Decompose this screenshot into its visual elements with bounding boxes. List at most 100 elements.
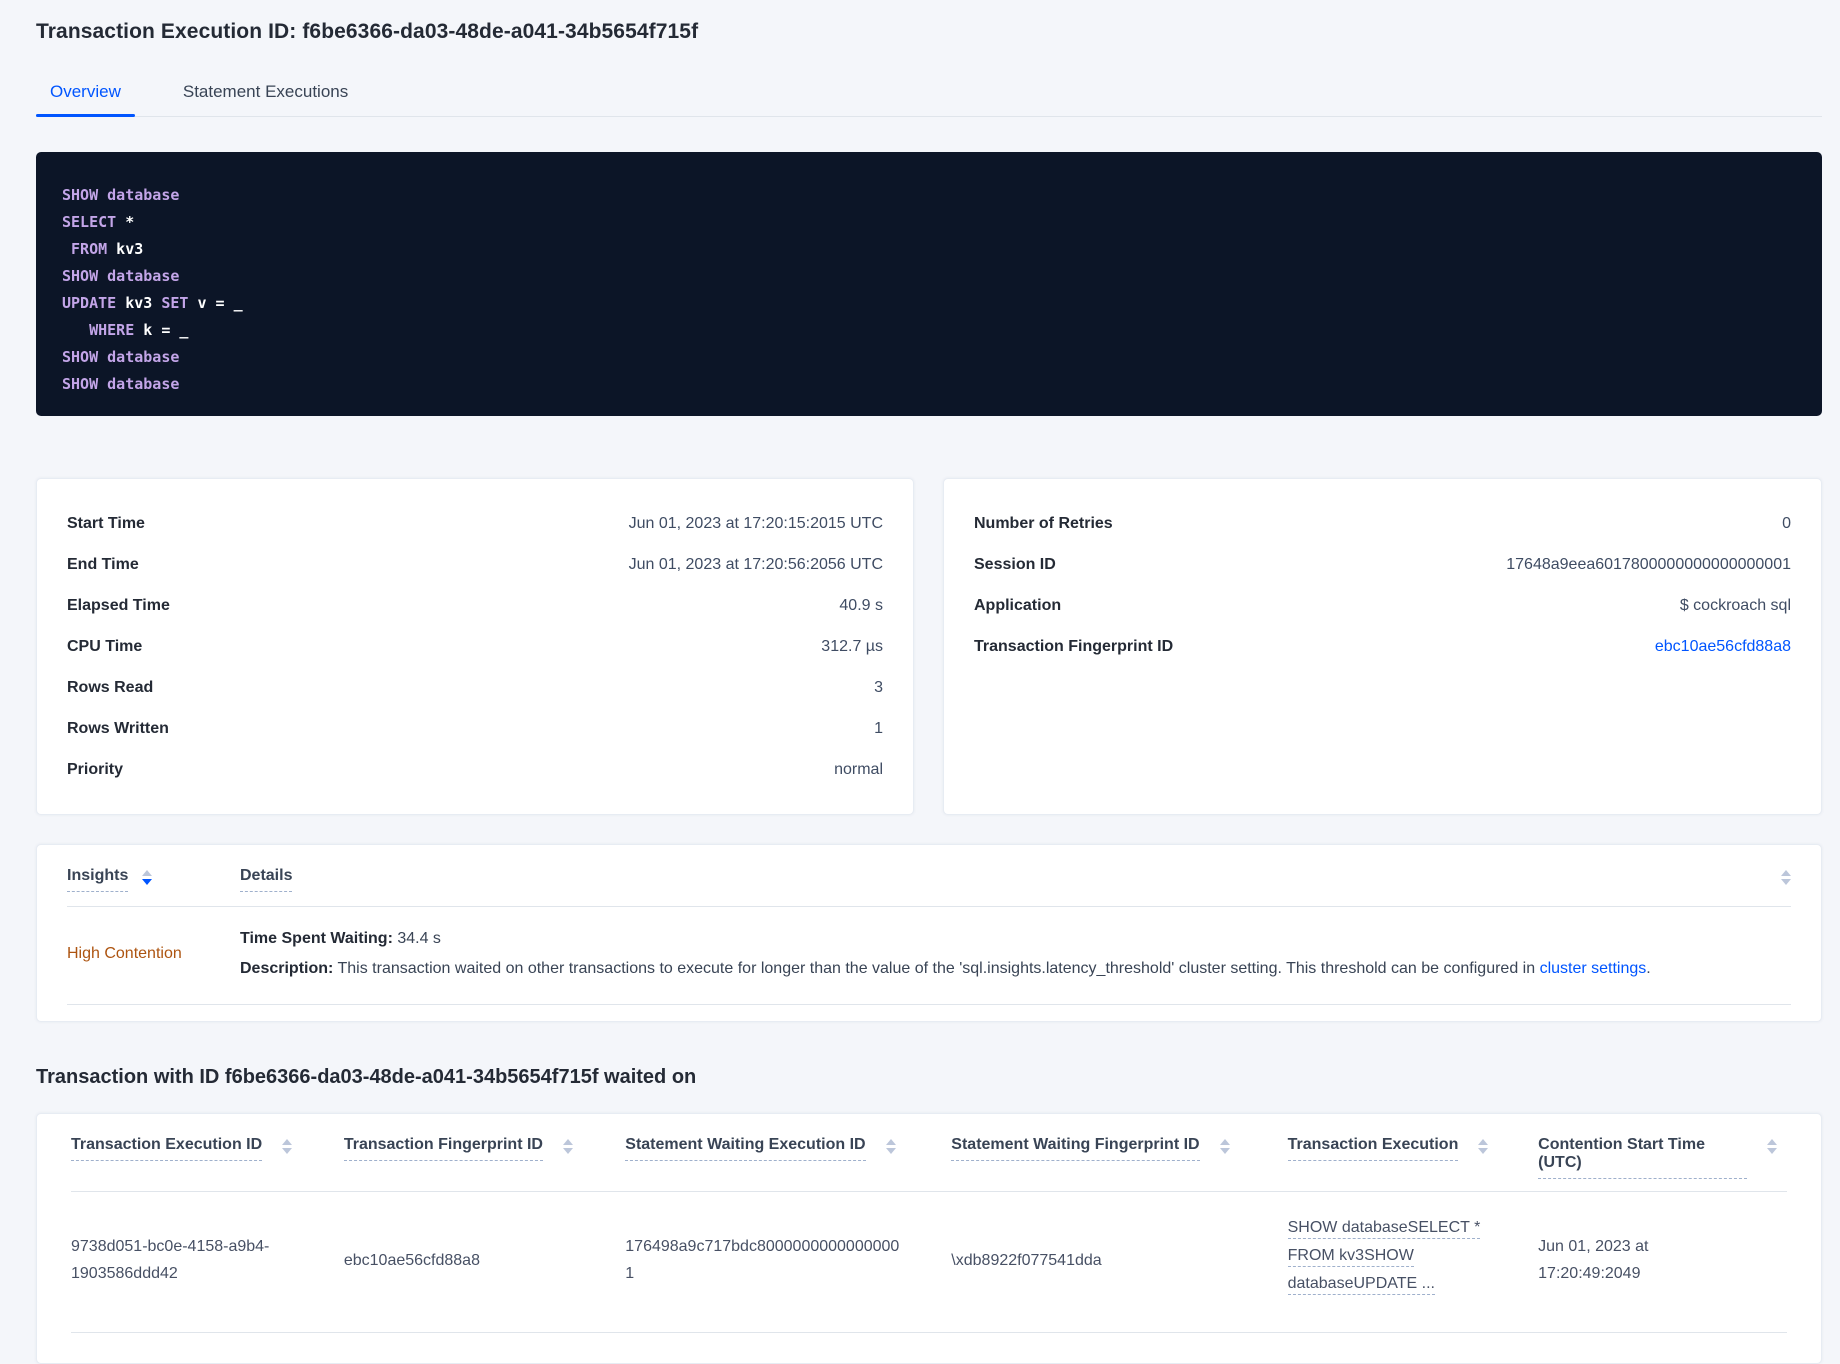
sql-line: UPDATE kv3 SET v = _ <box>62 290 1796 317</box>
description-suffix: . <box>1646 960 1651 977</box>
sort-icon[interactable] <box>1219 1139 1230 1154</box>
column-label[interactable]: Statement Waiting Fingerprint ID <box>951 1136 1200 1161</box>
details-column-header[interactable]: Details <box>240 867 293 892</box>
end-time-value: Jun 01, 2023 at 17:20:56:2056 UTC <box>628 556 883 573</box>
column-label[interactable]: Transaction Execution ID <box>71 1136 263 1161</box>
cell-contention-start-time: Jun 01, 2023 at 17:20:49:2049 <box>1538 1238 1649 1282</box>
description-label: Description: <box>240 960 334 977</box>
page-title: Transaction Execution ID: f6be6366-da03-… <box>36 20 699 43</box>
sql-line: SHOW database <box>62 182 1796 209</box>
execution-details-card: Start Time Jun 01, 2023 at 17:20:15:2015… <box>36 478 914 815</box>
sql-keyword: UPDATE <box>62 294 117 312</box>
high-contention-badge: High Contention <box>67 945 182 962</box>
details-header-col[interactable]: Details <box>240 867 1781 892</box>
sort-icon[interactable] <box>282 1139 293 1154</box>
waited-on-table: Transaction Execution ID Transaction Fin… <box>71 1136 1787 1333</box>
kv-row-end-time: End Time Jun 01, 2023 at 17:20:56:2056 U… <box>67 544 883 585</box>
kv-row-rows-written: Rows Written 1 <box>67 708 883 749</box>
transaction-execution-link[interactable]: FROM kv3SHOW <box>1287 1246 1414 1267</box>
kv-row-rows-read: Rows Read 3 <box>67 667 883 708</box>
tab-overview[interactable]: Overview <box>36 72 135 117</box>
end-time-label: End Time <box>67 556 139 573</box>
sort-icon[interactable] <box>1478 1139 1489 1154</box>
waited-on-heading: Transaction with ID f6be6366-da03-48de-a… <box>36 1066 697 1088</box>
sort-icon[interactable] <box>1766 1139 1777 1154</box>
tab-bar: Overview Statement Executions <box>36 72 1822 117</box>
cell-statement-waiting-execution-id: 176498a9c717bdc80000000000000001 <box>625 1238 900 1282</box>
time-spent-waiting-value: 34.4 s <box>392 930 441 947</box>
priority-label: Priority <box>67 761 124 778</box>
description-text: This transaction waited on other transac… <box>333 960 1540 977</box>
kv-row-start-time: Start Time Jun 01, 2023 at 17:20:15:2015… <box>67 503 883 544</box>
insights-column-header[interactable]: Insights <box>67 867 129 892</box>
insights-header-col[interactable]: Insights <box>67 867 240 892</box>
sql-text: kv3 <box>107 240 144 258</box>
summary-cards: Start Time Jun 01, 2023 at 17:20:15:2015… <box>36 478 1822 815</box>
divider <box>67 1004 1791 1005</box>
header-transaction-execution[interactable]: Transaction Execution <box>1287 1136 1539 1179</box>
insights-header-row: Insights Details <box>67 867 1791 906</box>
column-label[interactable]: Transaction Fingerprint ID <box>343 1136 543 1161</box>
txn-fingerprint-link[interactable]: ebc10ae56cfd88a8 <box>1655 636 1791 657</box>
kv-row-txn-fingerprint: Transaction Fingerprint ID ebc10ae56cfd8… <box>974 626 1791 667</box>
divider <box>71 1332 1787 1333</box>
sql-keyword: FROM <box>62 240 108 258</box>
priority-value: normal <box>834 761 883 778</box>
sql-text: v = _ <box>188 294 243 312</box>
sql-keyword: SET <box>161 294 189 312</box>
cell-transaction-execution-id: 9738d051-bc0e-4158-a9b4-1903586ddd42 <box>71 1238 270 1282</box>
description-line: Description: This transaction waited on … <box>240 954 1791 984</box>
rows-read-value: 3 <box>874 679 883 696</box>
waited-on-table-card: Transaction Execution ID Transaction Fin… <box>36 1113 1822 1364</box>
rows-read-label: Rows Read <box>67 679 154 696</box>
sql-keyword: SHOW database <box>62 186 180 204</box>
cpu-time-label: CPU Time <box>67 638 143 655</box>
sql-keyword: SELECT <box>62 213 117 231</box>
kv-row-cpu-time: CPU Time 312.7 µs <box>67 626 883 667</box>
tab-statement-executions[interactable]: Statement Executions <box>169 72 362 116</box>
transaction-execution-link[interactable]: SHOW databaseSELECT * <box>1287 1218 1481 1239</box>
sort-icon[interactable] <box>1781 870 1791 885</box>
sql-line: SHOW database <box>62 371 1796 398</box>
start-time-label: Start Time <box>67 515 145 532</box>
sql-line: SELECT * <box>62 209 1796 236</box>
waited-on-table-header: Transaction Execution ID Transaction Fin… <box>71 1136 1787 1191</box>
cluster-settings-link[interactable]: cluster settings <box>1540 960 1647 977</box>
column-label[interactable]: Contention Start Time (UTC) <box>1538 1136 1747 1179</box>
sql-keyword: WHERE <box>62 321 135 339</box>
cell-transaction-fingerprint-id: ebc10ae56cfd88a8 <box>343 1251 480 1269</box>
retries-label: Number of Retries <box>974 515 1113 532</box>
execution-meta-card: Number of Retries 0 Session ID 17648a9ee… <box>943 478 1822 815</box>
sort-icon[interactable] <box>885 1139 896 1154</box>
insight-cell: High Contention <box>67 924 240 984</box>
kv-row-application: Application $ cockroach sql <box>974 585 1791 626</box>
retries-value: 0 <box>1782 515 1791 532</box>
sql-line: FROM kv3 <box>62 236 1796 263</box>
header-transaction-fingerprint-id[interactable]: Transaction Fingerprint ID <box>343 1136 625 1179</box>
column-label[interactable]: Transaction Execution <box>1287 1136 1459 1161</box>
header-statement-waiting-fingerprint-id[interactable]: Statement Waiting Fingerprint ID <box>951 1136 1287 1179</box>
kv-row-retries: Number of Retries 0 <box>974 503 1791 544</box>
sql-line: WHERE k = _ <box>62 317 1796 344</box>
time-spent-waiting-line: Time Spent Waiting: 34.4 s <box>240 924 1791 954</box>
application-value: $ cockroach sql <box>1679 597 1791 614</box>
sql-line: SHOW database <box>62 263 1796 290</box>
insight-row: High Contention Time Spent Waiting: 34.4… <box>67 907 1791 1004</box>
sql-statement-box: SHOW database SELECT * FROM kv3 SHOW dat… <box>36 152 1822 416</box>
application-label: Application <box>974 597 1062 614</box>
column-label[interactable]: Statement Waiting Execution ID <box>625 1136 866 1161</box>
header-contention-start-time[interactable]: Contention Start Time (UTC) <box>1538 1136 1787 1179</box>
elapsed-time-label: Elapsed Time <box>67 597 170 614</box>
session-id-label: Session ID <box>974 556 1056 573</box>
sql-text: kv3 <box>116 294 162 312</box>
header-statement-waiting-execution-id[interactable]: Statement Waiting Execution ID <box>625 1136 951 1179</box>
txn-fingerprint-label: Transaction Fingerprint ID <box>974 638 1174 655</box>
sort-icon[interactable] <box>142 870 153 885</box>
table-row: 9738d051-bc0e-4158-a9b4-1903586ddd42 ebc… <box>71 1192 1787 1332</box>
header-transaction-execution-id[interactable]: Transaction Execution ID <box>71 1136 344 1179</box>
sort-icon[interactable] <box>562 1139 573 1154</box>
cpu-time-value: 312.7 µs <box>821 638 883 655</box>
transaction-execution-link[interactable]: databaseUPDATE ... <box>1287 1274 1435 1295</box>
sql-keyword: SHOW database <box>62 267 180 285</box>
kv-row-priority: Priority normal <box>67 749 883 790</box>
